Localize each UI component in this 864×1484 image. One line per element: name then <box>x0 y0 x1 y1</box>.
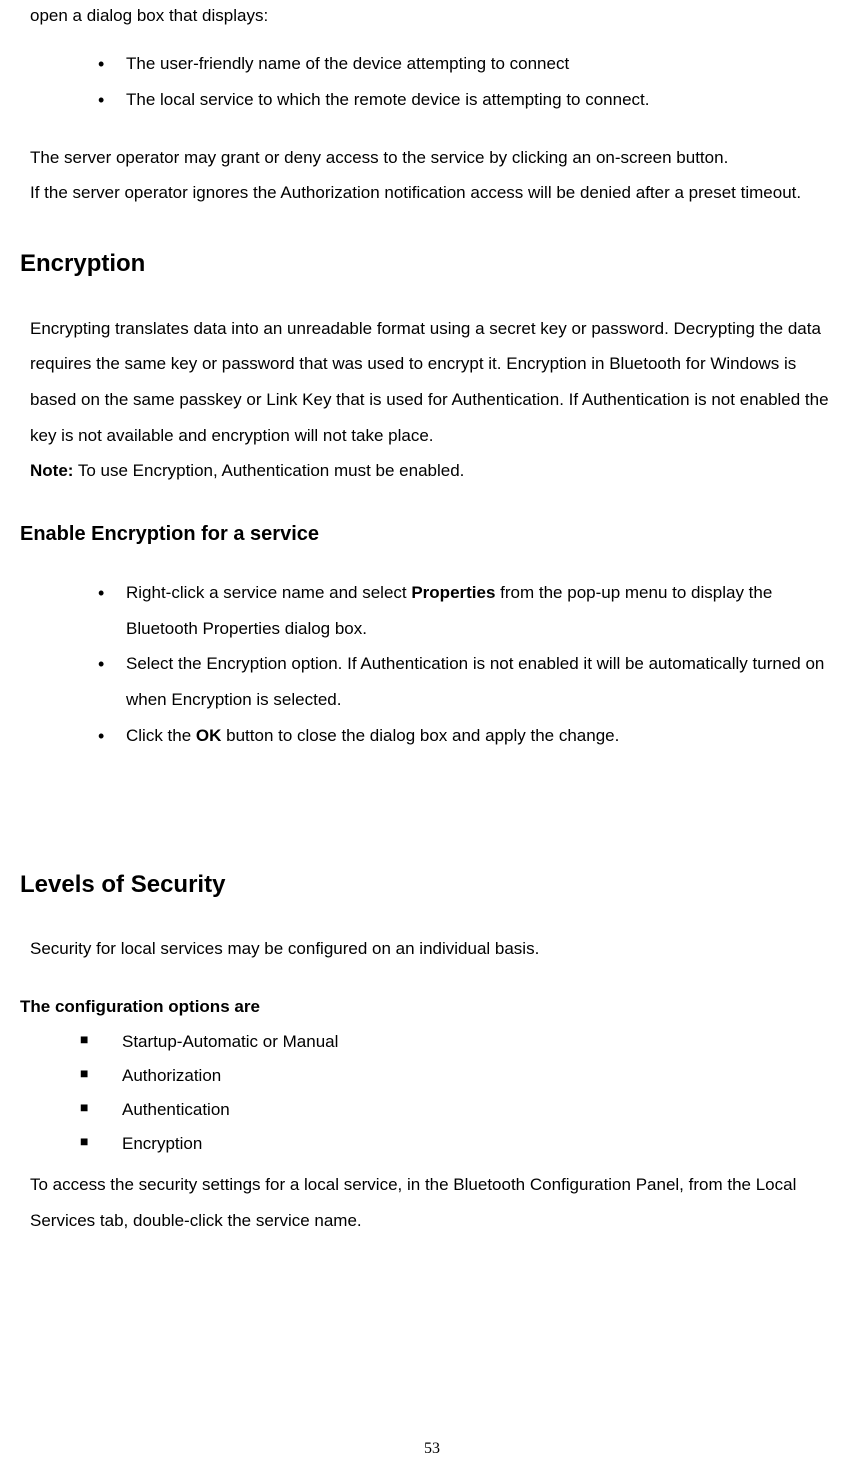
paragraph-encryption-desc: Encrypting translates data into an unrea… <box>30 311 844 454</box>
paragraph-closing: To access the security settings for a lo… <box>30 1167 844 1238</box>
text-segment: Right-click a service name and select <box>126 583 411 602</box>
intro-text: open a dialog box that displays: <box>30 0 844 32</box>
list-item: Click the OK button to close the dialog … <box>98 718 844 754</box>
paragraph-note: Note: To use Encryption, Authentication … <box>30 453 844 489</box>
list-item: Authentication <box>80 1093 844 1127</box>
heading-encryption: Encryption <box>20 241 844 287</box>
paragraph-grant-deny: The server operator may grant or deny ac… <box>30 140 844 176</box>
enable-encryption-steps: Right-click a service name and select Pr… <box>30 575 844 753</box>
heading-enable-encryption: Enable Encryption for a service <box>20 515 844 553</box>
heading-config-options: The configuration options are <box>20 991 844 1023</box>
paragraph-timeout: If the server operator ignores the Autho… <box>30 175 844 211</box>
list-item: Right-click a service name and select Pr… <box>98 575 844 646</box>
list-item: The user-friendly name of the device att… <box>98 46 844 82</box>
ok-bold: OK <box>196 726 222 745</box>
note-text: To use Encryption, Authentication must b… <box>73 461 464 480</box>
dialog-display-list: The user-friendly name of the device att… <box>30 46 844 117</box>
text-segment: button to close the dialog box and apply… <box>221 726 619 745</box>
text-segment: Click the <box>126 726 196 745</box>
paragraph-levels-intro: Security for local services may be confi… <box>30 931 844 967</box>
list-item: Startup-Automatic or Manual <box>80 1025 844 1059</box>
page-number: 53 <box>0 1434 864 1464</box>
properties-bold: Properties <box>411 583 495 602</box>
list-item: Authorization <box>80 1059 844 1093</box>
list-item: Encryption <box>80 1127 844 1161</box>
config-options-list: Startup-Automatic or Manual Authorizatio… <box>30 1025 844 1161</box>
list-item: Select the Encryption option. If Authent… <box>98 646 844 717</box>
note-label: Note: <box>30 461 73 480</box>
heading-levels-security: Levels of Security <box>20 862 844 908</box>
list-item: The local service to which the remote de… <box>98 82 844 118</box>
